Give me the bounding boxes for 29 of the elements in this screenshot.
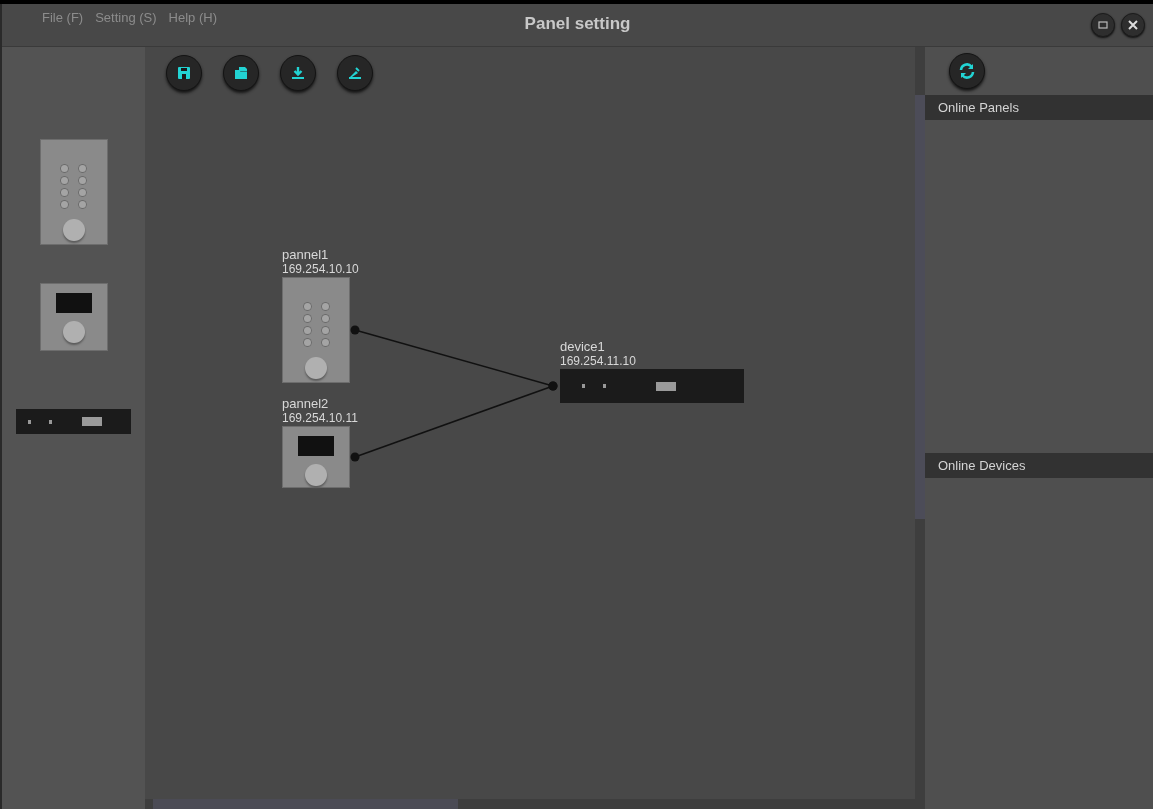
section-header: Online Panels bbox=[925, 95, 1153, 120]
download-icon bbox=[289, 64, 307, 82]
menu-item[interactable]: File (F) bbox=[42, 10, 84, 25]
download-button[interactable] bbox=[280, 55, 316, 91]
node-name: pannel1 bbox=[282, 247, 329, 262]
refresh-button[interactable] bbox=[949, 53, 985, 89]
restore-button[interactable] bbox=[1091, 13, 1115, 37]
upload-button[interactable] bbox=[337, 55, 373, 91]
ip-address: 169.254.11.10 bbox=[560, 354, 636, 368]
rack-device-drawing[interactable] bbox=[560, 369, 744, 403]
folder-button[interactable] bbox=[223, 55, 259, 91]
display-panel-drawing[interactable] bbox=[282, 426, 350, 488]
folder-icon bbox=[232, 64, 250, 82]
ip-address: 169.254.10.10 bbox=[282, 262, 359, 276]
window-title: Panel setting bbox=[523, 14, 632, 34]
section-header: Online Devices bbox=[925, 453, 1153, 478]
save-button[interactable] bbox=[166, 55, 202, 91]
window-icon bbox=[1098, 20, 1108, 30]
menu-item[interactable]: Setting (S) bbox=[95, 10, 157, 25]
ip-address: 169.254.10.11 bbox=[282, 411, 358, 425]
node-name: pannel2 bbox=[282, 396, 329, 411]
menu-item[interactable]: Help (H) bbox=[168, 10, 217, 25]
refresh-icon bbox=[958, 62, 976, 80]
rack-device-drawing[interactable] bbox=[16, 409, 131, 434]
node-name: device1 bbox=[560, 339, 605, 354]
display-panel-drawing[interactable] bbox=[39, 283, 108, 351]
vertical-scrollbar[interactable] bbox=[915, 47, 925, 809]
close-icon bbox=[1127, 19, 1139, 31]
close-button[interactable] bbox=[1121, 13, 1145, 37]
